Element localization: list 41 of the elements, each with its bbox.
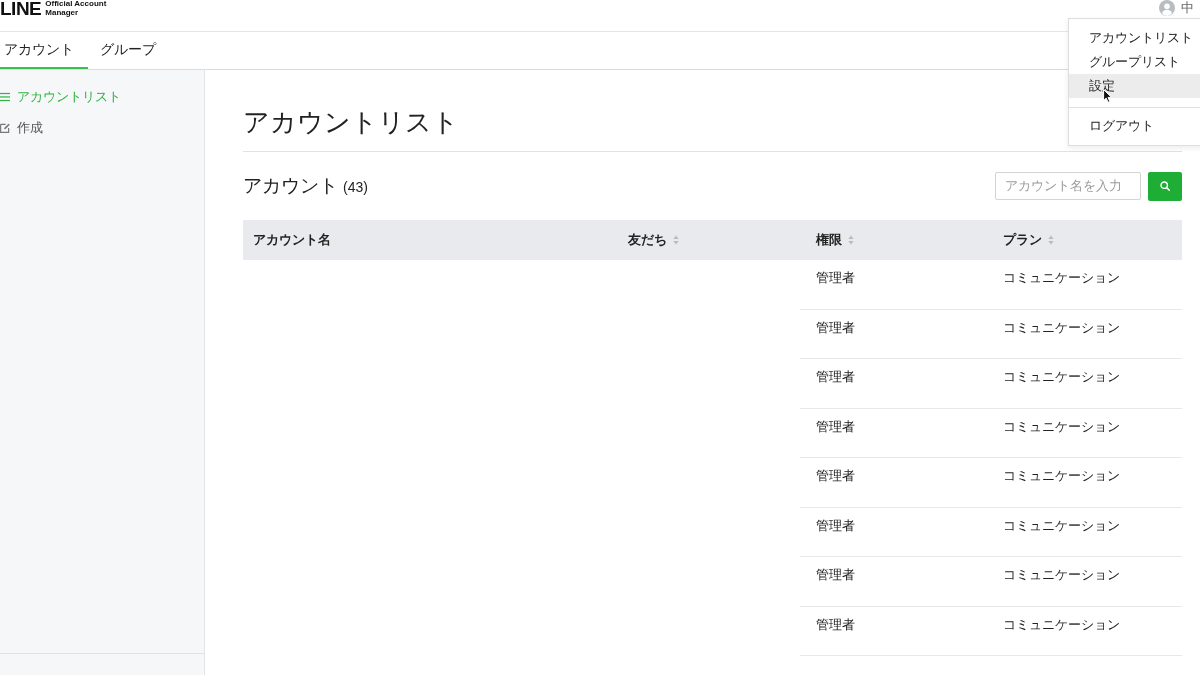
list-icon [0,92,10,102]
account-count: (43) [343,179,368,195]
table-cell: 管理者 [816,320,855,335]
search-icon [1160,181,1170,191]
table-cell: コミュニケーション [1003,271,1120,285]
table-cell: 管理者 [816,469,855,483]
table-cell: 管理者 [816,271,855,285]
sort-icon [848,235,854,245]
menu-item[interactable]: 設定 [1069,74,1200,98]
menu-item[interactable]: ログアウト [1069,114,1200,138]
table-cell: 管理者 [816,617,855,632]
sort-icon [1048,235,1054,245]
user-avatar-icon[interactable] [1159,0,1175,16]
table-cell: コミュニケーション [1003,370,1120,384]
table-cell: 管理者 [816,518,855,533]
section-title: アカウント [243,174,338,198]
logo-subtitle: Manager [45,8,80,17]
table-cell: 管理者 [816,419,855,434]
table-cell: コミュニケーション [1003,320,1120,335]
table-cell: 管理者 [816,568,855,582]
edit-icon [0,123,10,133]
logo-subtitle: Official Account [45,0,107,9]
column-header[interactable]: 権限 [816,231,854,249]
tab[interactable]: グループ [88,32,168,69]
column-header[interactable]: プラン [1003,231,1054,249]
table-cell: 管理者 [816,370,855,384]
user-name[interactable]: 中 [1181,0,1194,16]
sidebar-item[interactable]: 作成 [0,119,43,137]
column-header[interactable]: 友だち [628,231,679,249]
table-cell: コミュニケーション [1003,568,1120,582]
column-header: アカウント名 [253,231,331,249]
table-cell: コミュニケーション [1003,469,1120,483]
logo-wordmark: LINE [0,0,42,18]
menu-item[interactable]: アカウントリスト [1069,26,1200,50]
menu-item[interactable]: グループリスト [1069,50,1200,74]
search-button[interactable] [1148,171,1182,201]
search-field[interactable]: アカウント名を入力 [995,171,1141,200]
table-cell: コミュニケーション [1003,617,1120,632]
table-cell: コミュニケーション [1003,419,1120,434]
table-cell: コミュニケーション [1003,518,1120,533]
sort-icon [673,235,679,245]
